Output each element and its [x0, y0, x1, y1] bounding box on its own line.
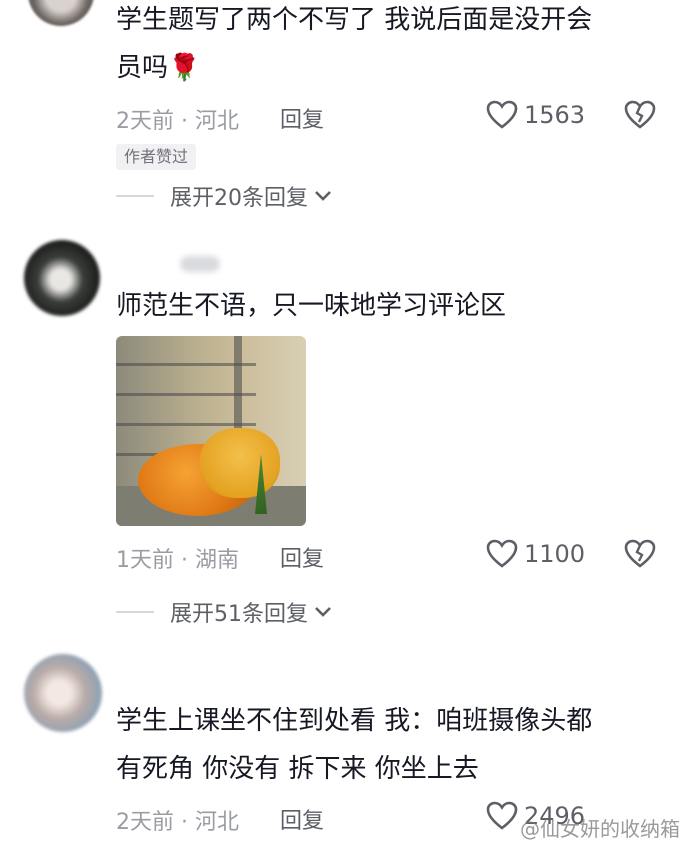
comment-text: 学生上课坐不住到处看 我：咱班摄像头都 有死角 你没有 拆下来 你坐上去: [116, 697, 592, 793]
comment-text: 学生题写了两个不写了 我说后面是没开会 员吗🌹: [116, 0, 592, 92]
comment-line: 有死角 你没有 拆下来 你坐上去: [116, 754, 479, 784]
comment-meta: 1天前 · 湖南: [116, 542, 239, 574]
comment-line: 员吗🌹: [116, 44, 592, 92]
expand-label: 展开20条回复: [170, 186, 308, 211]
image-yellow-object: [200, 428, 280, 498]
chevron-down-icon: [314, 190, 332, 202]
like-button[interactable]: 1100: [486, 539, 585, 569]
comment-time: 2天前: [116, 109, 174, 134]
expand-replies-button[interactable]: 展开20条回复: [116, 180, 332, 212]
divider: [116, 195, 154, 197]
watermark: @仙女妍的收纳箱: [520, 817, 680, 841]
comment-location: 湖南: [195, 548, 240, 573]
comment-line: 学生上课坐不住到处看 我：咱班摄像头都: [116, 706, 593, 736]
divider: [116, 611, 154, 613]
expand-label: 展开51条回复: [170, 602, 308, 627]
heart-icon: [486, 801, 518, 831]
chevron-down-icon: [314, 606, 332, 618]
comment-meta: 2天前 · 河北: [116, 103, 239, 135]
avatar[interactable]: [24, 654, 102, 732]
separator: ·: [181, 109, 188, 134]
reply-button[interactable]: 回复: [280, 803, 324, 835]
comment-image[interactable]: [116, 336, 306, 526]
heart-icon: [486, 100, 518, 130]
username-blurred[interactable]: [180, 256, 220, 272]
dislike-icon[interactable]: [624, 539, 656, 569]
comment-location: 河北: [195, 810, 240, 835]
comment-meta: 2天前 · 河北: [116, 804, 239, 836]
comment-text: 师范生不语，只一味地学习评论区: [116, 291, 507, 321]
avatar[interactable]: [24, 240, 100, 316]
like-count: 1100: [524, 540, 586, 568]
author-liked-badge: 作者赞过: [116, 144, 197, 170]
comment-time: 2天前: [116, 810, 174, 835]
expand-replies-button[interactable]: 展开51条回复: [116, 596, 332, 628]
like-count: 1563: [524, 101, 586, 129]
comment-line-text: 员吗: [116, 53, 169, 83]
separator: ·: [181, 810, 188, 835]
separator: ·: [181, 548, 188, 573]
comment-time: 1天前: [116, 548, 174, 573]
reply-button[interactable]: 回复: [280, 541, 324, 573]
comment-location: 河北: [195, 109, 240, 134]
avatar[interactable]: [28, 0, 94, 26]
reply-button[interactable]: 回复: [280, 102, 324, 134]
heart-icon: [486, 539, 518, 569]
rose-icon: 🌹: [168, 53, 201, 83]
comment-line: 学生题写了两个不写了 我说后面是没开会: [116, 5, 593, 35]
dislike-icon[interactable]: [624, 100, 656, 130]
like-button[interactable]: 1563: [486, 100, 585, 130]
